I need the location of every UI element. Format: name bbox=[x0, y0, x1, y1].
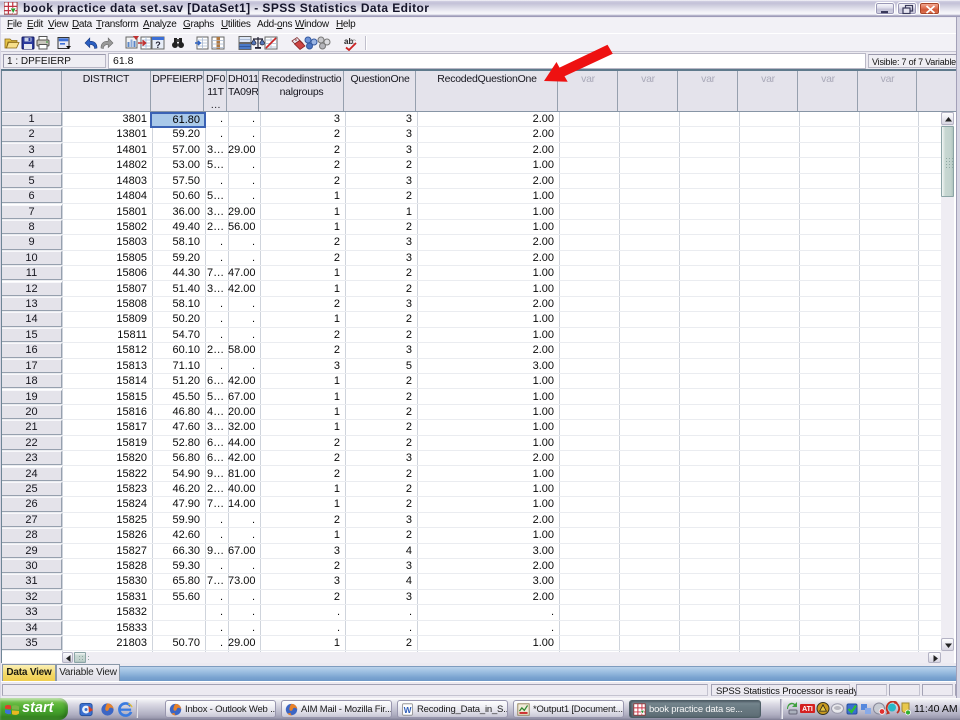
svg-text:W: W bbox=[404, 706, 412, 715]
svg-text:ATI: ATI bbox=[802, 706, 813, 713]
svg-text:?: ? bbox=[155, 40, 161, 50]
